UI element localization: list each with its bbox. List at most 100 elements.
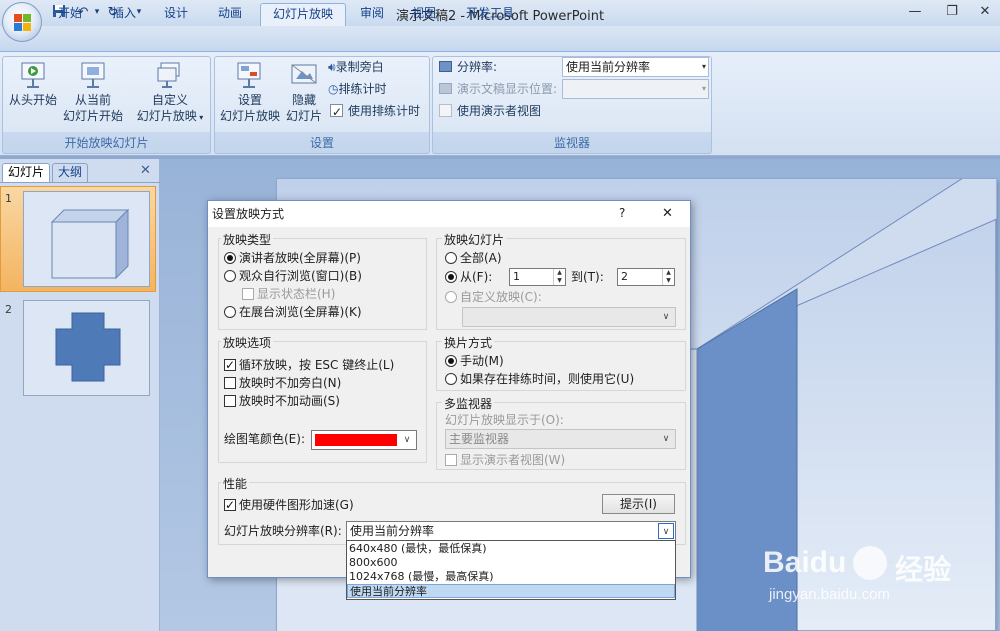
use-timings-radio[interactable]: 如果存在排练时间，则使用它(U) bbox=[445, 370, 634, 388]
close-pane-icon[interactable]: ✕ bbox=[140, 163, 151, 178]
pen-color-picker[interactable]: ∨ bbox=[311, 430, 417, 450]
presenter-view-checkbox[interactable]: 使用演示者视图 bbox=[439, 101, 541, 121]
record-narration-icon: 🔊︎ bbox=[328, 60, 336, 74]
presenter-radio[interactable]: 演讲者放映(全屏幕)(P) bbox=[224, 249, 361, 267]
restore-icon[interactable]: ❐ bbox=[937, 2, 967, 22]
rehearse-timings-button[interactable]: ◷排练计时 bbox=[328, 79, 387, 99]
loop-checkbox[interactable]: 循环放映，按 ESC 键终止(L) bbox=[224, 356, 394, 374]
minimize-icon[interactable]: — bbox=[900, 2, 930, 22]
hw-accel-checkbox[interactable]: 使用硬件图形加速(G) bbox=[224, 496, 354, 514]
no-animation-checkbox[interactable]: 放映时不加动画(S) bbox=[224, 392, 340, 410]
record-narration-button[interactable]: 🔊︎录制旁白 bbox=[328, 57, 384, 77]
show-status-bar-label: 显示状态栏(H) bbox=[257, 287, 336, 301]
multi-monitor-legend: 多监视器 bbox=[442, 395, 495, 412]
show-on-label: 演示文稿显示位置: bbox=[439, 79, 557, 99]
close-icon[interactable]: ✕ bbox=[970, 2, 1000, 22]
radio-icon bbox=[445, 373, 457, 385]
tips-button[interactable]: 提示(I) bbox=[602, 494, 675, 514]
use-rehearsed-timings-checkbox[interactable]: 使用排练计时 bbox=[330, 101, 421, 122]
setup-show-label-2: 幻灯片放映 bbox=[219, 109, 280, 123]
slide-1-thumbnail[interactable] bbox=[23, 191, 150, 287]
cross-shape bbox=[55, 312, 121, 382]
all-slides-radio[interactable]: 全部(A) bbox=[445, 249, 502, 267]
custom-show-label-2: 幻灯片放映 bbox=[136, 109, 197, 123]
setup-show-icon bbox=[237, 62, 261, 88]
rehearse-timings-label: 排练计时 bbox=[338, 82, 387, 96]
hide-slide-button[interactable]: 隐藏 幻灯片 bbox=[285, 60, 323, 124]
from-beginning-icon bbox=[21, 62, 45, 88]
tab-design[interactable]: 设计 bbox=[152, 3, 200, 26]
watermark-url: jingyan.baidu.com bbox=[769, 586, 890, 603]
use-rehearsed-timings-label: 使用排练计时 bbox=[348, 104, 421, 118]
ribbon-tab-bar bbox=[0, 26, 1000, 52]
checkbox-icon bbox=[242, 288, 254, 300]
tab-slides[interactable]: 幻灯片 bbox=[2, 163, 51, 182]
checkbox-checked-icon bbox=[224, 496, 236, 514]
hide-slide-label-1: 隐藏 bbox=[291, 93, 316, 107]
slide-2-thumbnail[interactable] bbox=[23, 300, 150, 396]
resolution-label: 分辨率: bbox=[439, 57, 497, 77]
resolution-option[interactable]: 640x480 (最快，最低保真) bbox=[347, 542, 675, 556]
radio-icon bbox=[224, 306, 236, 318]
tab-animations[interactable]: 动画 bbox=[206, 3, 254, 26]
tab-outline[interactable]: 大纲 bbox=[52, 163, 89, 182]
cube-shape bbox=[50, 208, 130, 280]
resolution-combo[interactable]: 使用当前分辨率 ▾ bbox=[562, 57, 709, 77]
slide-resolution-combo[interactable]: 使用当前分辨率 ∨ bbox=[346, 521, 676, 541]
setup-show-button[interactable]: 设置 幻灯片放映 bbox=[219, 60, 281, 124]
tab-review[interactable]: 审阅 bbox=[348, 3, 396, 26]
show-on-icon bbox=[439, 83, 452, 94]
presenter-view-dialog-label: 显示演示者视图(W) bbox=[460, 453, 566, 467]
checkbox-icon bbox=[224, 395, 236, 407]
kiosk-radio[interactable]: 在展台浏览(全屏幕)(K) bbox=[224, 303, 362, 321]
setup-show-label-1: 设置 bbox=[237, 93, 262, 107]
checkbox-icon bbox=[224, 377, 236, 389]
rehearse-timings-icon: ◷ bbox=[328, 82, 339, 96]
show-on-combo[interactable]: ▾ bbox=[562, 79, 709, 99]
custom-show-icon bbox=[157, 62, 180, 88]
resolution-option[interactable]: 1024x768 (最慢，最高保真) bbox=[347, 570, 675, 584]
custom-show-combo[interactable]: ∨ bbox=[462, 307, 676, 327]
help-icon[interactable]: ? bbox=[619, 206, 625, 220]
close-icon[interactable]: ✕ bbox=[662, 206, 673, 221]
tab-view[interactable]: 视图 bbox=[400, 3, 448, 26]
custom-show-radio[interactable]: 自定义放映(C): bbox=[445, 288, 542, 306]
checkbox-icon bbox=[445, 454, 457, 466]
tab-home[interactable]: 开始 bbox=[46, 3, 94, 26]
browsed-window-radio[interactable]: 观众自行浏览(窗口)(B) bbox=[224, 267, 362, 285]
custom-show-button[interactable]: 自定义 幻灯片放映 ▾ bbox=[132, 60, 208, 126]
presenter-view-dialog-checkbox[interactable]: 显示演示者视图(W) bbox=[445, 451, 565, 469]
to-value: 2 bbox=[621, 270, 628, 283]
show-options-legend: 放映选项 bbox=[221, 334, 274, 351]
paw-icon bbox=[853, 546, 887, 580]
record-narration-label: 录制旁白 bbox=[335, 60, 384, 74]
spinner-arrows-icon[interactable]: ▲ ▼ bbox=[553, 269, 565, 285]
office-button[interactable] bbox=[2, 2, 42, 42]
tab-developer[interactable]: 开发工具 bbox=[454, 3, 526, 26]
resolution-option[interactable]: 800x600 bbox=[347, 556, 675, 570]
from-beginning-button[interactable]: 从头开始 bbox=[6, 60, 60, 108]
presenter-label: 演讲者放映(全屏幕)(P) bbox=[239, 251, 361, 265]
from-current-button[interactable]: 从当前 幻灯片开始 bbox=[62, 60, 124, 124]
show-status-bar-checkbox[interactable]: 显示状态栏(H) bbox=[242, 285, 335, 303]
tab-insert[interactable]: 插入 bbox=[100, 3, 148, 26]
radio-selected-icon bbox=[445, 271, 457, 283]
tab-slide-show[interactable]: 幻灯片放映 bbox=[260, 3, 347, 26]
manual-radio[interactable]: 手动(M) bbox=[445, 352, 504, 370]
display-on-combo[interactable]: 主要监视器 ∨ bbox=[445, 429, 676, 449]
from-spinner[interactable]: 1 ▲ ▼ bbox=[509, 268, 566, 286]
checkbox-checked-icon bbox=[224, 356, 236, 374]
custom-show-label-1: 自定义 bbox=[151, 93, 188, 107]
to-spinner[interactable]: 2 ▲ ▼ bbox=[617, 268, 675, 286]
pen-color-swatch bbox=[315, 434, 397, 446]
spinner-arrows-icon[interactable]: ▲ ▼ bbox=[662, 269, 674, 285]
from-radio[interactable]: 从(F): bbox=[445, 268, 492, 286]
no-narration-checkbox[interactable]: 放映时不加旁白(N) bbox=[224, 374, 341, 392]
resolution-option-selected[interactable]: 使用当前分辨率 bbox=[347, 584, 675, 598]
slide-resolution-label: 幻灯片放映分辨率(R): bbox=[224, 524, 342, 538]
radio-icon bbox=[224, 270, 236, 282]
loop-label: 循环放映，按 ESC 键终止(L) bbox=[239, 358, 395, 372]
no-animation-label: 放映时不加动画(S) bbox=[239, 394, 340, 408]
display-on-value: 主要监视器 bbox=[449, 432, 510, 446]
no-narration-label: 放映时不加旁白(N) bbox=[239, 376, 342, 390]
